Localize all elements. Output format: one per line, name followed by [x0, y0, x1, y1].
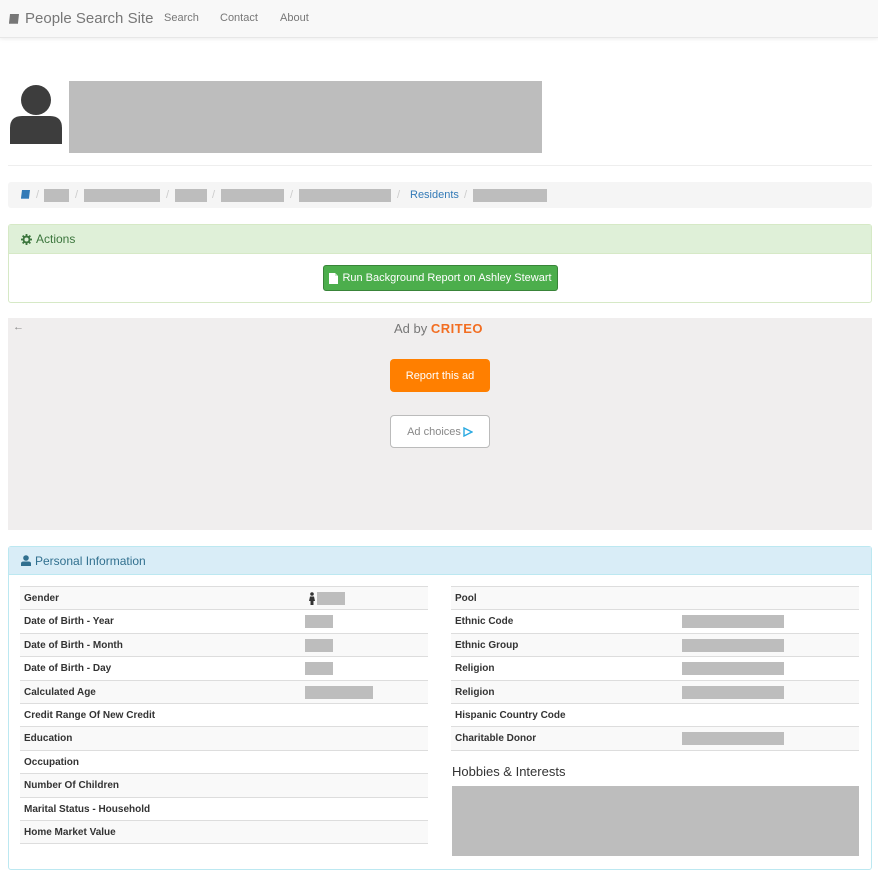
redacted-value	[682, 662, 784, 676]
redacted-value	[317, 592, 345, 605]
personal-info-table-left: Gender Date of Birth - Year Date of Birt…	[20, 586, 428, 845]
ad-choices-icon	[463, 426, 473, 437]
book-icon[interactable]	[20, 190, 31, 200]
table-row: Date of Birth - Year	[20, 610, 428, 634]
table-row: Number Of Children	[20, 774, 428, 798]
breadcrumb-item[interactable]	[44, 189, 69, 202]
ad-choices-button[interactable]: Ad choices	[390, 415, 490, 448]
breadcrumb-item[interactable]	[84, 189, 160, 202]
row-label: Date of Birth - Month	[24, 639, 123, 651]
redacted-value	[305, 662, 333, 676]
row-label: Credit Range Of New Credit	[24, 709, 156, 721]
redacted-value	[305, 685, 373, 699]
book-icon	[9, 13, 19, 24]
redacted-value	[305, 638, 333, 652]
row-label: Calculated Age	[24, 686, 96, 698]
row-label: Religion	[455, 686, 495, 698]
table-row: Ethnic Group	[451, 633, 859, 658]
table-row: Calculated Age	[20, 680, 428, 704]
breadcrumb-item[interactable]	[221, 189, 284, 202]
breadcrumb: / / / / / / Residents /	[8, 182, 872, 208]
ad-by-label: Ad by	[394, 321, 431, 336]
row-label: Date of Birth - Day	[24, 663, 112, 675]
table-row: Religion	[451, 680, 859, 704]
personal-information-heading: Personal Information	[9, 547, 871, 575]
row-label: Hispanic Country Code	[455, 709, 566, 721]
breadcrumb-residents-link[interactable]: Residents	[410, 182, 459, 208]
breadcrumb-item[interactable]	[299, 189, 391, 202]
brand-link[interactable]: People Search Site	[8, 10, 153, 27]
row-label: Ethnic Code	[455, 616, 514, 628]
table-row: Home Market Value	[20, 820, 428, 845]
run-background-report-button[interactable]: Run Background Report on Ashley Stewart	[323, 265, 558, 291]
table-row: Hispanic Country Code	[451, 704, 859, 728]
ad-attribution[interactable]: Ad by CRITEO	[394, 321, 483, 336]
table-row: Charitable Donor	[451, 727, 859, 751]
table-row: Gender	[20, 587, 428, 611]
row-label: Religion	[455, 663, 495, 675]
table-row: Date of Birth - Day	[20, 657, 428, 681]
row-label: Education	[24, 733, 73, 745]
table-row: Credit Range Of New Credit	[20, 704, 428, 728]
actions-panel: Actions Run Background Report on Ashley …	[8, 224, 872, 303]
table-row: Religion	[451, 657, 859, 681]
row-label: Occupation	[24, 756, 80, 768]
table-row: Marital Status - Household	[20, 798, 428, 821]
nav-contact-link[interactable]: Contact	[220, 12, 258, 24]
redacted-value	[305, 615, 333, 629]
row-label: Ethnic Group	[455, 639, 519, 651]
report-this-ad-button[interactable]: Report this ad	[390, 359, 490, 392]
row-label: Date of Birth - Year	[24, 616, 114, 628]
table-row: Pool	[451, 587, 859, 611]
document-icon	[329, 272, 339, 284]
table-row: Education	[20, 727, 428, 751]
back-arrow-icon[interactable]: ←	[13, 321, 24, 333]
table-row: Date of Birth - Month	[20, 633, 428, 658]
row-label: Home Market Value	[24, 826, 116, 838]
breadcrumb-item-current	[473, 189, 547, 202]
person-avatar-icon	[10, 85, 62, 144]
personal-info-table-right: Pool Ethnic Code Ethnic Group Religion R…	[451, 586, 859, 751]
actions-panel-title: Actions	[36, 232, 76, 246]
top-navbar: People Search Site Search Contact About	[0, 0, 878, 38]
ad-container: ← Ad by CRITEO Report this ad Ad choices	[8, 318, 872, 530]
table-row: Occupation	[20, 751, 428, 775]
personal-information-title: Personal Information	[35, 553, 146, 568]
user-icon	[21, 555, 31, 566]
criteo-logo: CRITEO	[430, 321, 483, 336]
row-label: Number Of Children	[24, 780, 120, 792]
breadcrumb-item[interactable]	[175, 189, 207, 202]
redacted-value	[682, 732, 784, 746]
actions-panel-heading: Actions	[9, 225, 871, 254]
table-row: Ethnic Code	[451, 610, 859, 634]
gear-icon	[21, 233, 32, 245]
row-label: Pool	[455, 593, 477, 604]
redacted-value	[682, 638, 784, 652]
redacted-value	[682, 685, 784, 699]
brand-title: People Search Site	[25, 10, 154, 27]
nav-about-link[interactable]: About	[280, 12, 309, 24]
ad-choices-label: Ad choices	[407, 425, 461, 438]
run-background-report-label: Run Background Report on Ashley Stewart	[342, 272, 552, 284]
hobbies-interests-heading: Hobbies & Interests	[452, 764, 566, 779]
row-label: Gender	[24, 593, 60, 604]
redacted-value	[682, 615, 784, 629]
divider	[8, 165, 872, 166]
redacted-hobbies	[452, 786, 859, 856]
female-icon	[309, 592, 315, 605]
nav-search-link[interactable]: Search	[164, 12, 199, 24]
row-label: Charitable Donor	[455, 733, 537, 745]
redacted-person-name	[69, 81, 542, 153]
row-label: Marital Status - Household	[24, 803, 151, 815]
